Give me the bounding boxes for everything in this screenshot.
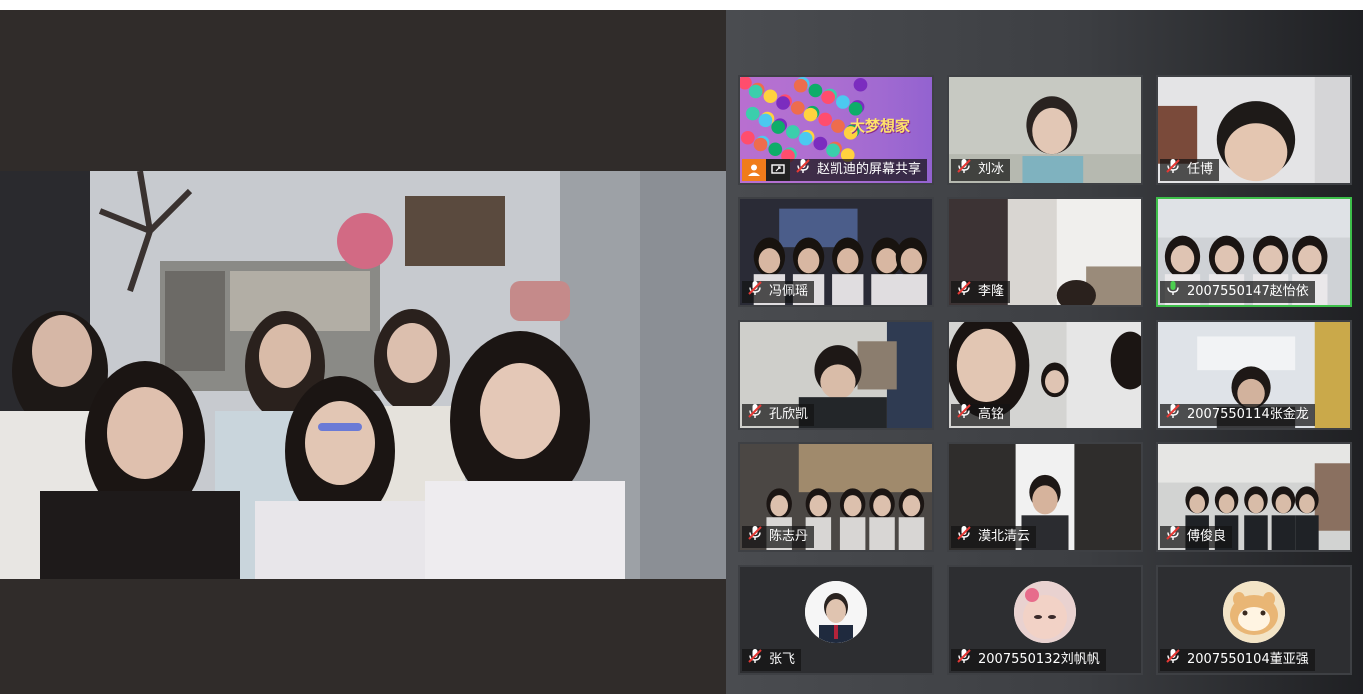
participant-label: 2007550147赵怡依 (1160, 281, 1315, 303)
participant-tile[interactable]: 傅俊良 (1156, 442, 1352, 552)
mic-muted-icon (746, 647, 764, 673)
participant-label: 李隆 (951, 279, 1011, 305)
active-speaker-scene (0, 171, 726, 579)
mic-muted-icon (955, 157, 973, 183)
mic-muted-icon (955, 647, 973, 673)
participant-tile[interactable]: 李隆 (947, 197, 1143, 307)
participant-label: 漠北清云 (951, 524, 1037, 550)
participant-name: 冯佩瑶 (769, 284, 809, 299)
share-label-group: 赵凯迪的屏幕共享 (742, 157, 928, 183)
participant-label: 刘冰 (951, 157, 1011, 183)
participant-name: 2007550114张金龙 (1187, 407, 1309, 422)
participant-tile[interactable]: 陈志丹 (738, 442, 934, 552)
participant-tile[interactable]: 刘冰 (947, 75, 1143, 185)
participant-name: 李隆 (978, 284, 1005, 299)
person-icon[interactable] (742, 159, 766, 181)
participant-label: 高铭 (951, 402, 1011, 428)
mic-muted-icon (794, 157, 812, 183)
mic-muted-icon (1164, 402, 1182, 428)
participant-label: 张飞 (742, 647, 802, 673)
participant-tile[interactable]: 大梦想家 赵凯迪的屏幕共享 (738, 75, 934, 185)
participant-label: 赵凯迪的屏幕共享 (790, 157, 928, 183)
participant-name: 高铭 (978, 407, 1005, 422)
participant-tile[interactable]: 任博 (1156, 75, 1352, 185)
mic-muted-icon (1164, 524, 1182, 550)
active-speaker-stage (0, 10, 726, 694)
participant-name: 漠北清云 (978, 529, 1031, 544)
participant-tile[interactable]: 2007550147赵怡依 (1156, 197, 1352, 307)
participant-label: 孔欣凯 (742, 402, 815, 428)
participant-name: 2007550132刘帆帆 (978, 652, 1100, 667)
share-banner-text: 大梦想家 (849, 117, 910, 135)
mic-muted-icon (955, 524, 973, 550)
participant-tile[interactable]: 冯佩瑶 (738, 197, 934, 307)
window-top-strip (0, 0, 1363, 10)
mic-muted-icon (955, 279, 973, 305)
mic-muted-icon (1164, 157, 1182, 183)
participant-name: 傅俊良 (1187, 529, 1227, 544)
participant-tile[interactable]: 2007550132刘帆帆 (947, 565, 1143, 675)
participant-label: 任博 (1160, 157, 1220, 183)
participant-name: 2007550104董亚强 (1187, 652, 1309, 667)
participant-name: 陈志丹 (769, 529, 809, 544)
participant-avatar (805, 581, 867, 643)
participant-name: 赵凯迪的屏幕共享 (817, 162, 922, 177)
participant-tile[interactable]: 漠北清云 (947, 442, 1143, 552)
participant-label: 2007550132刘帆帆 (951, 649, 1106, 671)
participant-name: 2007550147赵怡依 (1187, 284, 1309, 299)
participant-tile[interactable]: 孔欣凯 (738, 320, 934, 430)
participant-name: 任博 (1187, 162, 1214, 177)
participant-label: 2007550104董亚强 (1160, 649, 1315, 671)
mic-muted-icon (746, 279, 764, 305)
participant-label: 2007550114张金龙 (1160, 404, 1315, 426)
participant-avatar (1014, 581, 1076, 643)
participant-label: 冯佩瑶 (742, 279, 815, 305)
participant-tile[interactable]: 2007550114张金龙 (1156, 320, 1352, 430)
mic-on-icon (1164, 279, 1182, 305)
participant-tile[interactable]: 2007550104董亚强 (1156, 565, 1352, 675)
mic-muted-icon (955, 402, 973, 428)
mic-muted-icon (1164, 647, 1182, 673)
participant-label: 陈志丹 (742, 524, 815, 550)
participant-tile[interactable]: 高铭 (947, 320, 1143, 430)
participant-name: 刘冰 (978, 162, 1005, 177)
screen-share-icon[interactable] (766, 159, 790, 181)
participant-name: 张飞 (769, 652, 796, 667)
active-speaker-video[interactable] (0, 171, 726, 579)
mic-muted-icon (746, 402, 764, 428)
participant-name: 孔欣凯 (769, 407, 809, 422)
participant-avatar (1223, 581, 1285, 643)
participant-label: 傅俊良 (1160, 524, 1233, 550)
mic-muted-icon (746, 524, 764, 550)
participant-tile[interactable]: 张飞 (738, 565, 934, 675)
